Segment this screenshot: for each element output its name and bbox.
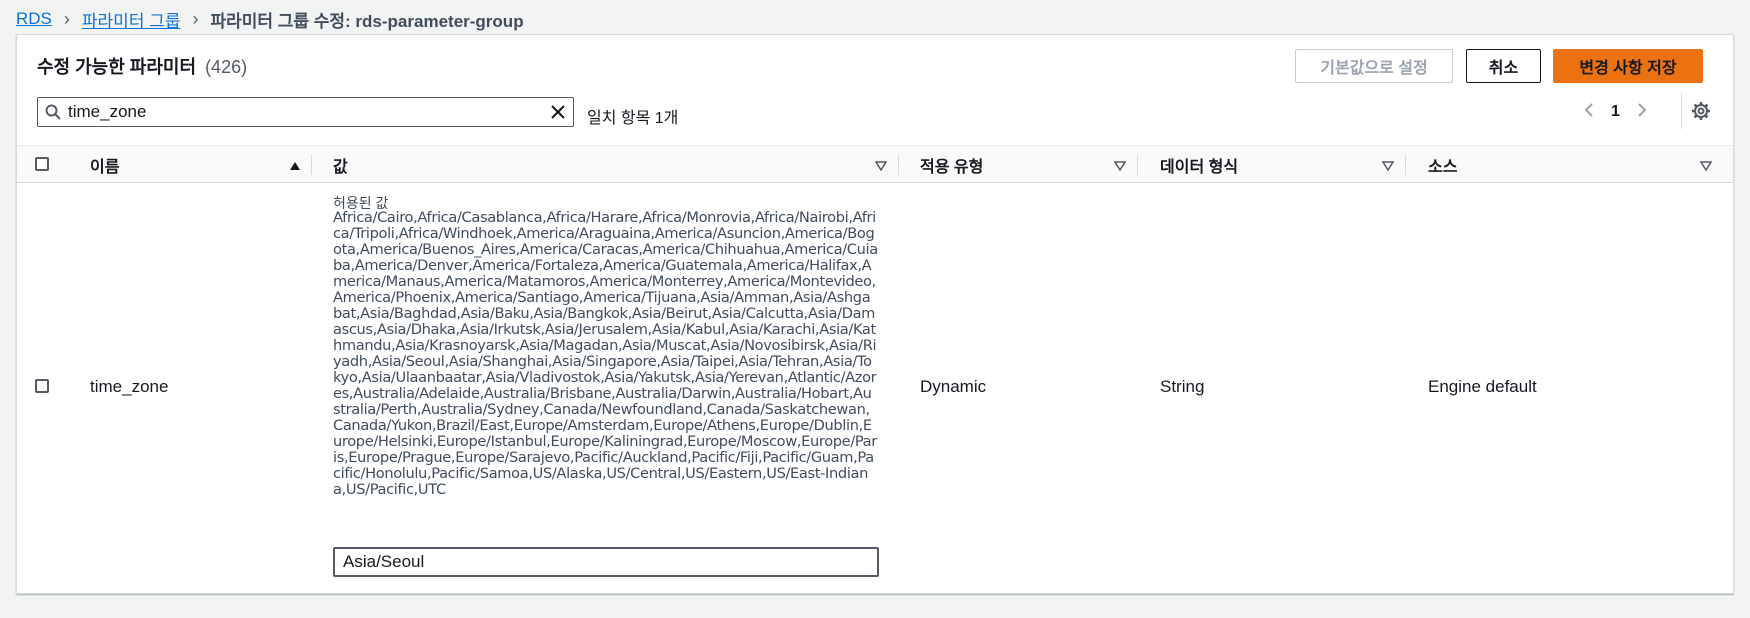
parameter-value-input[interactable] [333, 547, 879, 577]
source: Engine default [1428, 377, 1537, 396]
column-divider [311, 155, 312, 175]
column-divider [1405, 155, 1406, 175]
caret-down-outline-icon[interactable] [1113, 158, 1127, 176]
column-divider [1137, 155, 1138, 175]
panel-title: 수정 가능한 파라미터 (426) [37, 53, 247, 79]
caret-down-outline-icon[interactable] [874, 158, 888, 176]
pagination: 1 [1583, 99, 1648, 125]
pager-divider [1681, 93, 1682, 129]
breadcrumb: RDS › 파라미터 그룹 › 파라미터 그룹 수정: rds-paramete… [16, 7, 524, 32]
parameters-panel: 수정 가능한 파라미터 (426) 기본값으로 설정 취소 변경 사항 저장 일… [16, 34, 1734, 594]
panel-title-text: 수정 가능한 파라미터 [37, 57, 197, 77]
column-divider [898, 155, 899, 175]
row-checkbox[interactable] [35, 379, 49, 393]
page-number[interactable]: 1 [1611, 103, 1620, 121]
table-row: time_zone 허용된 값 Africa/Cairo,Africa/Casa… [17, 183, 1733, 593]
match-count: 일치 항목 1개 [587, 110, 679, 127]
parameter-count: (426) [205, 57, 248, 77]
close-icon[interactable] [543, 104, 573, 120]
data-type: String [1160, 377, 1205, 396]
column-header-name[interactable]: 이름 [90, 146, 119, 183]
breadcrumb-current: 파라미터 그룹 수정: rds-parameter-group [210, 11, 524, 31]
select-all-checkbox[interactable] [35, 157, 49, 171]
cancel-button[interactable]: 취소 [1466, 49, 1541, 83]
set-default-button[interactable]: 기본값으로 설정 [1295, 49, 1453, 83]
search-box [37, 97, 574, 127]
parameter-name: time_zone [90, 377, 169, 396]
table-header: 이름 값 적용 유형 데이터 형식 소스 [17, 145, 1733, 183]
search-icon [38, 104, 68, 120]
caret-down-outline-icon[interactable] [1381, 158, 1395, 176]
column-header-apply-type[interactable]: 적용 유형 [920, 146, 983, 183]
column-header-data-type[interactable]: 데이터 형식 [1160, 146, 1238, 183]
chevron-right-icon: › [192, 8, 199, 29]
search-input[interactable] [68, 99, 543, 125]
caret-down-outline-icon[interactable] [1699, 158, 1713, 176]
column-header-source[interactable]: 소스 [1428, 146, 1457, 183]
gear-icon[interactable] [1691, 101, 1711, 126]
allowed-values: Africa/Cairo,Africa/Casablanca,Africa/Ha… [333, 209, 878, 498]
chevron-right-icon: › [63, 8, 70, 29]
chevron-right-icon[interactable] [1636, 102, 1648, 123]
breadcrumb-rds[interactable]: RDS [16, 9, 52, 29]
caret-up-icon[interactable] [289, 158, 301, 176]
chevron-left-icon[interactable] [1583, 102, 1595, 123]
save-changes-button[interactable]: 변경 사항 저장 [1553, 49, 1703, 83]
apply-type: Dynamic [920, 377, 987, 396]
breadcrumb-parameter-groups[interactable]: 파라미터 그룹 [82, 7, 181, 32]
column-header-value[interactable]: 값 [333, 146, 348, 183]
